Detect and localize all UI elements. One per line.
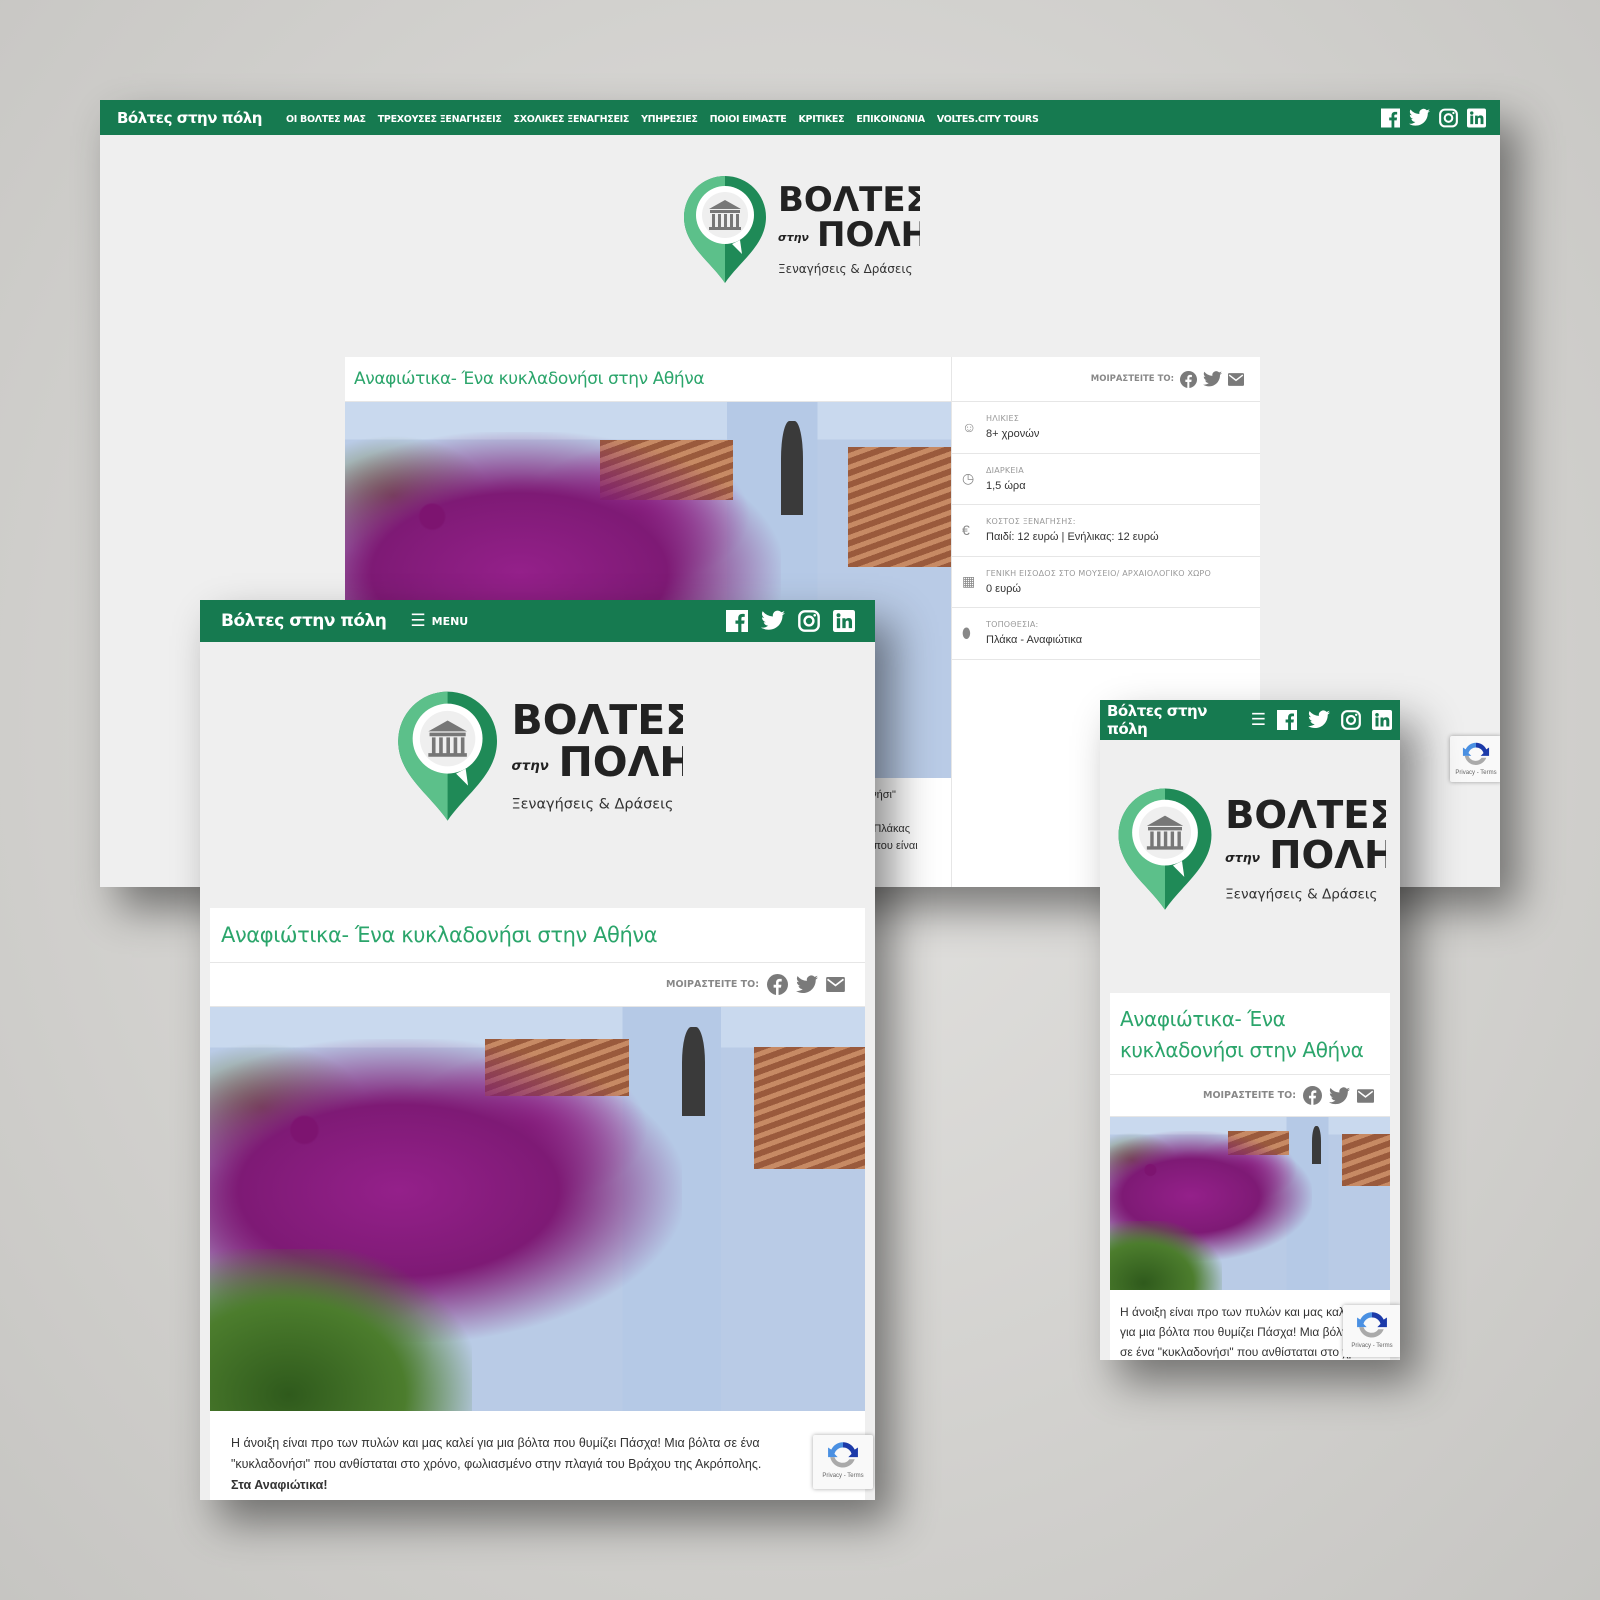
tablet-screenshot: Βόλτες στην πόλη ☰ MENU ΒΟΛΤΕΣ στην ΠΟΛΗ … [200,600,875,1500]
article-card: Αναφιώτικα- Ένα κυκλαδονήσι στην Αθήνα Μ… [210,908,865,1500]
recaptcha-badge[interactable]: Privacy - Terms [813,1435,873,1489]
top-navbar: Βόλτες στην πόλη ΟΙ ΒΟΛΤΕΣ ΜΑΣ ΤΡΕΧΟΥΣΕΣ … [100,100,1500,135]
nav-item-current-tours[interactable]: ΤΡΕΧΟΥΣΕΣ ΞΕΝΑΓΗΣΕΙΣ [378,114,502,125]
instagram-icon[interactable] [798,610,820,632]
article-title: Αναφιώτικα- Ένα κυκλαδονήσι στην Αθήνα [1110,993,1390,1075]
info-row-duration: ◷ ΔΙΑΡΚΕΙΑ 1,5 ώρα [952,454,1260,505]
share-email-icon[interactable] [826,977,845,992]
brand-link[interactable]: Βόλτες στην πόλη [221,611,387,631]
social-links [726,610,855,632]
ticket-icon: ▦ [962,573,976,590]
article-photo [1110,1117,1390,1290]
nav-item-school-tours[interactable]: ΣΧΟΛΙΚΕΣ ΞΕΝΑΓΗΣΕΙΣ [514,114,630,125]
brand-link[interactable]: Βόλτες στην πόλη [117,109,262,127]
twitter-icon[interactable] [1409,108,1430,126]
logo-text-line2: ΠΟΛΗ [817,215,920,255]
share-label: ΜΟΙΡΑΣΤΕΙΤΕ ΤΟ: [1090,374,1174,384]
linkedin-icon[interactable] [1372,710,1392,730]
share-bar: ΜΟΙΡΑΣΤΕΙΤΕ ΤΟ: [1110,1075,1390,1117]
social-links [1381,108,1486,127]
recaptcha-icon [1462,740,1490,768]
facebook-icon[interactable] [1381,108,1400,127]
clock-icon: ◷ [962,470,975,487]
share-label: ΜΟΙΡΑΣΤΕΙΤΕ ΤΟ: [665,979,759,990]
instagram-icon[interactable] [1439,108,1458,127]
instagram-icon[interactable] [1341,710,1361,730]
top-navbar: Βόλτες στην πόλη ☰ MENU [200,600,875,642]
hamburger-icon: ☰ [410,611,426,631]
share-twitter-icon[interactable] [1203,371,1222,387]
article-title: Αναφιώτικα- Ένα κυκλαδονήσι στην Αθήνα [345,357,951,402]
site-logo[interactable]: ΒΟΛΤΕΣ στην ΠΟΛΗ Ξεναγήσεις & Δράσεις [680,173,920,285]
logo-text-small: στην [778,231,809,244]
info-row-cost: € ΚΟΣΤΟΣ ΞΕΝΑΓΗΣΗΣ: Παιδί: 12 ευρώ | Ενήλι… [952,505,1260,557]
linkedin-icon[interactable] [1467,108,1486,127]
nav-item-reviews[interactable]: ΚΡΙΤΙΚΕΣ [798,114,844,125]
share-email-icon[interactable] [1357,1089,1374,1103]
logo-text-line1: ΒΟΛΤΕΣ [778,180,920,220]
social-links: ☰ [1251,710,1392,730]
logo-text-small: στην [511,759,548,774]
share-facebook-icon[interactable] [767,974,788,995]
child-face-icon: ☺ [962,419,977,436]
linkedin-icon[interactable] [833,610,855,632]
share-label: ΜΟΙΡΑΣΤΕΙΤΕ ΤΟ: [1202,1090,1296,1101]
nav-item-about[interactable]: ΠΟΙΟΙ ΕΙΜΑΣΤΕ [710,114,787,125]
logo-text-line2: ΠΟΛΗ [1269,833,1386,878]
main-menu: ΟΙ ΒΟΛΤΕΣ ΜΑΣ ΤΡΕΧΟΥΣΕΣ ΞΕΝΑΓΗΣΕΙΣ ΣΧΟΛΙΚΕ… [286,109,1051,127]
logo-tagline: Ξεναγήσεις & Δράσεις [1225,886,1377,902]
logo-text-line1: ΒΟΛΤΕΣ [1225,793,1386,838]
info-row-ages: ☺ ΗΛΙΚΙΕΣ 8+ χρονών [952,402,1260,454]
recaptcha-badge[interactable]: Privacy - Terms [1343,1305,1400,1357]
menu-button[interactable]: ☰ MENU [410,611,468,631]
twitter-icon[interactable] [761,610,785,631]
euro-icon: € [962,522,970,539]
share-bar: ΜΟΙΡΑΣΤΕΙΤΕ ΤΟ: [952,357,1260,402]
location-pin-icon: ⬮ [962,624,971,641]
logo-text-line1: ΒΟΛΤΕΣ [511,696,683,744]
recaptcha-icon [1356,1309,1388,1341]
info-row-location: ⬮ ΤΟΠΟΘΕΣΙΑ: Πλάκα - Αναφιώτικα [952,608,1260,660]
share-facebook-icon[interactable] [1180,371,1197,388]
brand-link[interactable]: Βόλτες στην πόλη [1107,702,1207,738]
share-twitter-icon[interactable] [796,975,818,994]
recaptcha-icon [827,1439,859,1471]
mobile-screenshot: Βόλτες στην πόλη ☰ ΒΟΛΤΕΣ στην ΠΟΛΗ Ξεναγ… [1100,700,1400,1360]
twitter-icon[interactable] [1308,710,1330,729]
article-body: Η άνοιξη είναι προ των πυλών και μας καλ… [231,1436,762,1492]
facebook-icon[interactable] [726,610,748,632]
share-email-icon[interactable] [1228,373,1244,386]
facebook-icon[interactable] [1277,710,1297,730]
recaptcha-badge[interactable]: Privacy - Terms [1450,736,1500,782]
share-facebook-icon[interactable] [1303,1086,1322,1105]
logo-tagline: Ξεναγήσεις & Δράσεις [511,797,673,813]
site-logo[interactable]: ΒΟΛΤΕΣ στην ΠΟΛΗ Ξεναγήσεις & Δράσεις [393,688,683,823]
article-title: Αναφιώτικα- Ένα κυκλαδονήσι στην Αθήνα [210,908,865,963]
share-twitter-icon[interactable] [1329,1087,1350,1105]
info-row-entrance: ▦ ΓΕΝΙΚΗ ΕΙΣΟΔΟΣ ΣΤΟ ΜΟΥΣΕΙΟ/ ΑΡΧΑΙΟΛΟΓΙΚ… [952,557,1260,608]
nav-item-services[interactable]: ΥΠΗΡΕΣΙΕΣ [641,114,698,125]
nav-item-city-tours[interactable]: VOLTES.CITY TOURS [937,114,1039,125]
logo-text-small: στην [1225,850,1261,865]
share-bar: ΜΟΙΡΑΣΤΕΙΤΕ ΤΟ: [210,963,865,1007]
top-navbar: Βόλτες στην πόλη ☰ [1100,700,1400,740]
article-photo [210,1007,865,1411]
logo-text-line2: ΠΟΛΗ [558,738,683,786]
logo-tagline: Ξεναγήσεις & Δράσεις [778,262,913,276]
site-logo[interactable]: ΒΟΛΤΕΣ στην ΠΟΛΗ Ξεναγήσεις & Δράσεις [1114,785,1386,912]
nav-item-contact[interactable]: ΕΠΙΚΟΙΝΩΝΙΑ [856,114,925,125]
tour-info-panel: ΜΟΙΡΑΣΤΕΙΤΕ ΤΟ: ☺ ΗΛΙΚΙΕΣ 8+ χρονών ◷ ΔΙΑΡΚ… [952,357,1260,660]
hamburger-icon[interactable]: ☰ [1251,710,1266,730]
nav-item-voltes[interactable]: ΟΙ ΒΟΛΤΕΣ ΜΑΣ [286,114,366,125]
